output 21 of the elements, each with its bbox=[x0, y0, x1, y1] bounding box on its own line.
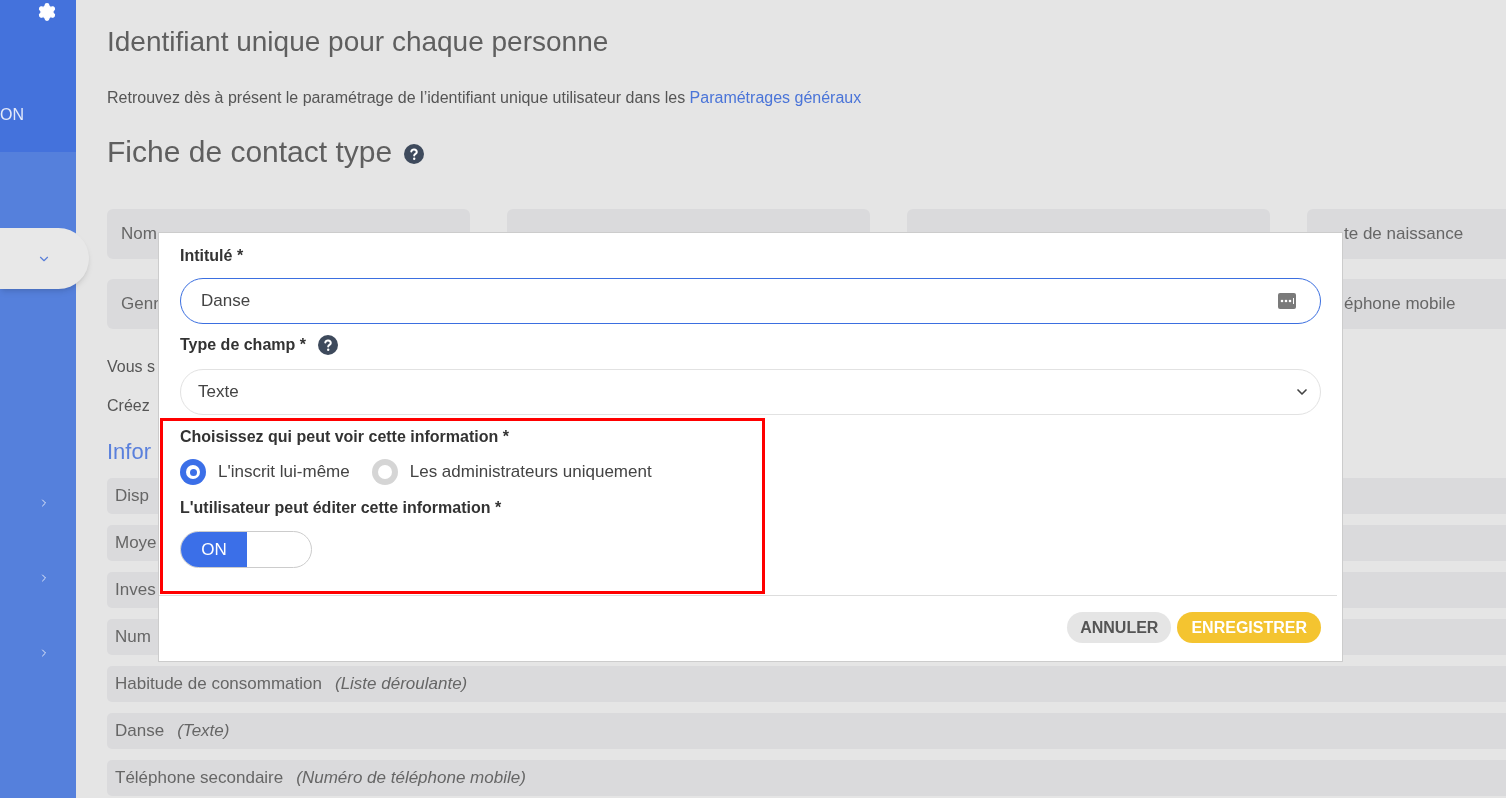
field-name: Disp bbox=[115, 485, 149, 508]
field-name: Moye bbox=[115, 532, 157, 555]
page-title: Identifiant unique pour chaque personne bbox=[107, 25, 610, 59]
sidebar-label: ON bbox=[0, 106, 24, 124]
field-type: (Liste déroulante) bbox=[334, 673, 468, 696]
field-label: Intitulé * bbox=[180, 246, 245, 266]
field-name: Téléphone secondaire bbox=[115, 767, 284, 790]
section-heading: Infor bbox=[107, 439, 152, 465]
field-label: Type de champ * bbox=[180, 335, 306, 355]
field-name: Habitude de consommation bbox=[115, 673, 322, 696]
field-type: (Texte) bbox=[177, 720, 230, 743]
intro-text: Retrouvez dès à présent le paramétrage de l’identifiant unique utilisateur dans les Paramétrages généraux bbox=[107, 88, 863, 108]
field-label: Choisissez qui peut voir cette information * bbox=[180, 427, 510, 447]
field-name: Inves bbox=[115, 579, 156, 602]
field-label: L'utilisateur peut éditer cette information * bbox=[180, 498, 503, 518]
field-name: Danse bbox=[115, 720, 165, 743]
field-name: Num bbox=[115, 626, 151, 649]
section-title: Fiche de contact type bbox=[107, 134, 393, 170]
field-type: (Numéro de téléphone mobile) bbox=[296, 767, 526, 790]
note-text: Vous s bbox=[107, 357, 156, 377]
note-text: Créez bbox=[107, 396, 150, 416]
